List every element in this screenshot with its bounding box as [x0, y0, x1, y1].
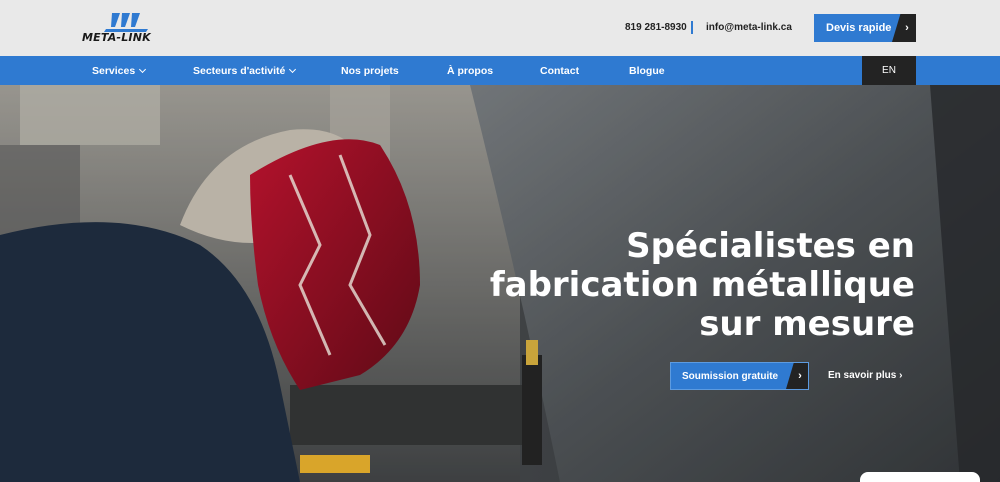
logo-mark-icon: [104, 13, 148, 32]
chevron-down-icon: [139, 65, 147, 74]
free-quote-button[interactable]: Soumission gratuite ›: [670, 362, 809, 390]
header-divider: [691, 21, 693, 34]
main-nav: Services Secteurs d'activité Nos projets…: [0, 56, 1000, 85]
hero-title-line1: Spécialistes en: [626, 226, 915, 266]
free-quote-label: Soumission gratuite: [682, 370, 779, 382]
learn-more-label: En savoir plus: [828, 370, 897, 381]
hero-title: Spécialistes en fabrication métallique s…: [455, 227, 915, 344]
quick-quote-button[interactable]: Devis rapide ›: [814, 14, 916, 42]
nav-item-blogue[interactable]: Blogue: [629, 65, 665, 77]
nav-item-label: Contact: [540, 65, 580, 77]
nav-item-label: À propos: [447, 65, 494, 77]
chevron-right-icon: ›: [892, 14, 916, 42]
nav-item-label: Secteurs d'activité: [193, 65, 286, 77]
chevron-right-icon: ›: [786, 363, 808, 389]
top-header: META-LINK 819 281-8930 info@meta-link.ca…: [0, 0, 1000, 56]
language-switch[interactable]: EN: [862, 56, 916, 85]
chevron-down-icon: [289, 65, 297, 74]
nav-item-a-propos[interactable]: À propos: [447, 65, 493, 77]
hero-section: Spécialistes en fabrication métallique s…: [0, 85, 1000, 482]
email-link[interactable]: info@meta-link.ca: [706, 22, 792, 33]
floating-card: [860, 472, 980, 482]
nav-item-services[interactable]: Services: [92, 65, 147, 77]
nav-item-contact[interactable]: Contact: [540, 65, 579, 77]
logo-wordmark: META-LINK: [82, 31, 151, 44]
nav-item-label: Nos projets: [341, 65, 399, 77]
nav-item-label: Blogue: [629, 65, 665, 77]
nav-item-label: Services: [92, 65, 136, 77]
quick-quote-label: Devis rapide: [826, 22, 892, 34]
hero-title-line2: fabrication métallique: [489, 265, 915, 305]
nav-item-secteurs[interactable]: Secteurs d'activité: [193, 65, 297, 77]
hero-title-line3: sur mesure: [699, 304, 915, 344]
phone-link[interactable]: 819 281-8930: [625, 22, 687, 33]
nav-item-projets[interactable]: Nos projets: [341, 65, 399, 77]
chevron-right-icon: ›: [899, 370, 903, 381]
meta-link-logo[interactable]: META-LINK: [82, 9, 172, 45]
learn-more-link[interactable]: En savoir plus ›: [828, 370, 902, 381]
